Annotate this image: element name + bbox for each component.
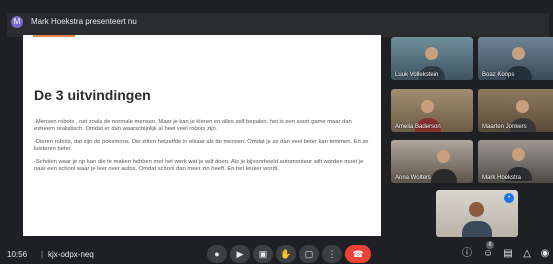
microphone-icon: ●: [214, 249, 220, 259]
participant-tile[interactable]: Boaz Koops: [478, 37, 553, 80]
participant-figure: [421, 100, 434, 113]
shared-slide: De 3 uitvindingen -Mensen robots , net z…: [23, 35, 381, 236]
participant-tile[interactable]: Maarten Jonkers: [478, 89, 553, 132]
participant-name: Boaz Koops: [482, 72, 515, 78]
slide-paragraph: -Dieren robots, dat zijn de pokemons. Di…: [34, 139, 369, 152]
people-button[interactable]: ☺: [481, 247, 495, 261]
participant-name: Luuk Vollekstein: [395, 72, 439, 78]
slide-title: De 3 uitvindingen: [34, 87, 151, 103]
present-icon: ▢: [304, 249, 314, 259]
microphone-button[interactable]: ●: [207, 245, 227, 263]
host-controls-button[interactable]: ◉: [538, 247, 552, 261]
lock-person-icon: ◉: [540, 248, 550, 259]
presenter-status-text: Mark Hoekstra presenteert nu: [31, 17, 137, 26]
participant-count-badge: 6: [486, 241, 494, 249]
captions-button[interactable]: ▣: [253, 245, 273, 263]
slide-accent-line: [33, 35, 75, 37]
slide-paragraph: -Mensen robots , net zoals de normale me…: [34, 119, 352, 132]
presenter-avatar: M: [11, 16, 23, 28]
phone-hangup-icon: ☎: [352, 249, 364, 259]
participant-figure: [425, 47, 438, 60]
self-figure: [469, 202, 484, 217]
participant-tile[interactable]: Luuk Vollekstein: [391, 37, 473, 80]
end-call-button[interactable]: ☎: [345, 245, 371, 263]
clock-time: 10:56: [7, 250, 28, 259]
participant-name: Maarten Jonkers: [482, 124, 527, 130]
captions-icon: ▣: [258, 249, 268, 259]
hand-icon: ✋: [280, 249, 292, 259]
participant-figure: [437, 150, 450, 163]
people-icon: ☺: [482, 248, 494, 259]
more-options-button[interactable]: ⋮: [322, 245, 342, 263]
participant-name: Anna Wolters: [395, 175, 431, 181]
camera-button[interactable]: ▶: [230, 245, 250, 263]
more-vert-icon: ⋮: [327, 249, 337, 259]
chat-button[interactable]: ▤: [501, 247, 515, 261]
slide-paragraph: -Scholen waar je op kan die te maken heb…: [34, 159, 364, 172]
slide-body: -Mensen robots , net zoals de normale me…: [34, 119, 369, 179]
participant-tile[interactable]: Anna Wolters: [391, 140, 473, 183]
camera-icon: ▶: [236, 249, 244, 259]
info-button[interactable]: ⓘ: [460, 247, 474, 261]
participant-tile[interactable]: Mark Hoekstra: [478, 140, 553, 183]
audio-indicator-icon: •: [504, 193, 514, 203]
participant-figure: [512, 47, 525, 60]
participant-figure: [431, 169, 457, 183]
separator: |: [41, 250, 44, 259]
activities-icon: △: [523, 248, 531, 259]
participant-tile[interactable]: Amelia Baderson: [391, 89, 473, 132]
activities-button[interactable]: △: [520, 247, 534, 261]
participant-name: Amelia Baderson: [395, 124, 441, 130]
present-button[interactable]: ▢: [299, 245, 319, 263]
meeting-code: kjx-odpx-neq: [48, 250, 94, 259]
raise-hand-button[interactable]: ✋: [276, 245, 296, 263]
participant-figure: [516, 100, 529, 113]
self-figure: [462, 221, 492, 237]
participant-figure: [512, 148, 525, 161]
participant-name: Mark Hoekstra: [482, 175, 522, 181]
chat-icon: ▤: [503, 248, 513, 259]
info-icon: ⓘ: [462, 248, 472, 259]
